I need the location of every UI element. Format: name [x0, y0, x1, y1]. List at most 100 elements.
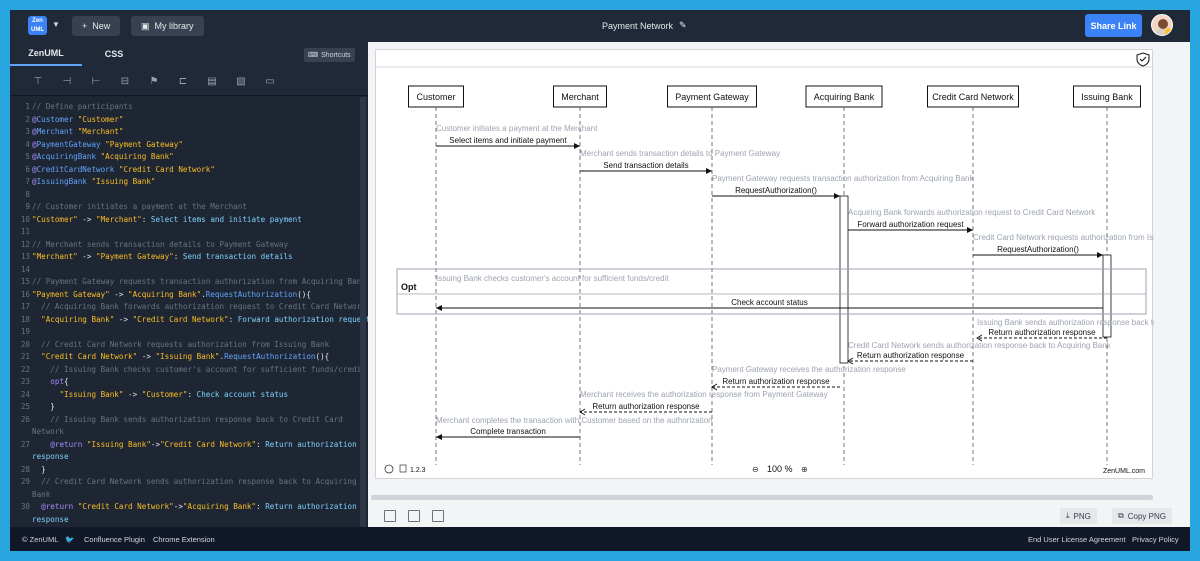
code-line[interactable]: @return "Credit Card Network"->"Acquirin… [32, 501, 357, 514]
line-number: 16 [20, 289, 30, 299]
opt-icon[interactable]: ⚑ [148, 76, 160, 88]
return-icon[interactable]: ⊢ [90, 76, 102, 88]
layout-grid-icon[interactable] [432, 510, 444, 522]
my-library-button[interactable]: ▣ My library [131, 16, 204, 36]
code-line[interactable]: @Merchant "Merchant" [32, 126, 123, 139]
message-label: Send transaction details [603, 161, 688, 170]
code-line[interactable]: } [32, 401, 55, 414]
code-line[interactable]: @PaymentGateway "Payment Gateway" [32, 139, 183, 152]
code-line[interactable]: @IssuingBank "Issuing Bank" [32, 176, 155, 189]
code-line[interactable]: @CreditCardNetwork "Credit Card Network" [32, 164, 215, 177]
preview-horizontal-scrollbar[interactable] [371, 495, 1153, 500]
code-line[interactable]: // Acquiring Bank forwards authorization… [32, 301, 366, 314]
code-line[interactable]: // Issuing Bank sends authorization resp… [32, 414, 343, 427]
line-number: 15 [20, 277, 30, 286]
new-button[interactable]: + New [72, 16, 121, 36]
opt-fragment-label: Opt [401, 282, 417, 292]
line-number: 1 [25, 102, 30, 111]
code-line[interactable]: response [32, 451, 69, 464]
code-token: : [256, 439, 266, 449]
top-bar: Zen UML ▼ + New ▣ My library Payment Net… [10, 10, 1190, 42]
code-line[interactable]: "Customer" -> "Merchant": Select items a… [32, 214, 302, 227]
layout-left-icon[interactable] [384, 510, 396, 522]
footer-link-eula[interactable]: End User License Agreement [1028, 535, 1126, 544]
code-token: : [228, 314, 238, 324]
message-comment: Payment Gateway receives the authorizati… [712, 365, 906, 374]
code-line[interactable]: @return "Issuing Bank"->"Credit Card Net… [32, 439, 356, 452]
code-line[interactable]: "Acquiring Bank" -> "Credit Card Network… [32, 314, 368, 327]
code-token: : [187, 389, 197, 399]
code-token: (){ [297, 289, 311, 299]
zenuml-logo[interactable]: Zen UML [28, 16, 47, 35]
code-line[interactable]: "Issuing Bank" -> "Customer": Check acco… [32, 389, 288, 402]
code-line[interactable]: // Credit Card Network requests authoriz… [32, 339, 329, 352]
footer-link-chrome[interactable]: Chrome Extension [153, 535, 215, 544]
alt-icon[interactable]: ⊟ [119, 76, 131, 88]
code-line[interactable]: "Credit Card Network" -> "Issuing Bank".… [32, 351, 329, 364]
user-avatar[interactable] [1151, 14, 1173, 36]
code-line[interactable]: @AcquiringBank "Acquiring Bank" [32, 151, 174, 164]
participant-label: Customer [416, 92, 455, 102]
note-icon[interactable]: ▭ [264, 76, 276, 88]
document-title-text: Payment Network [602, 20, 674, 31]
chevron-down-icon[interactable]: ▼ [52, 20, 60, 29]
shortcuts-button[interactable]: ⌨ Shortcuts [304, 48, 355, 62]
line-number: 22 [20, 364, 30, 374]
participant-icon[interactable]: ⊤ [32, 76, 44, 88]
fragment-icon[interactable]: ▤ [206, 76, 218, 88]
code-token: "Payment Gateway" [105, 139, 183, 149]
code-token: "Customer" [141, 389, 188, 399]
message-icon[interactable]: ⊣ [61, 76, 73, 88]
loop-icon[interactable]: ⊏ [177, 76, 189, 88]
code-token: // Define participants [32, 102, 133, 111]
code-line[interactable]: } [32, 464, 46, 477]
share-link-button[interactable]: Share Link [1085, 14, 1142, 37]
code-token: CreditCardNetwork [36, 164, 115, 174]
twitter-icon[interactable]: 🐦 [65, 535, 74, 544]
code-line[interactable]: // Define participants [32, 101, 133, 114]
footer-link-privacy[interactable]: Privacy Policy [1132, 535, 1179, 544]
plus-icon: + [82, 21, 88, 31]
code-token: AcquiringBank [36, 152, 97, 161]
status-dot [1165, 28, 1172, 35]
code-token: @return [41, 502, 74, 511]
document-title[interactable]: Payment Network ✎ [602, 20, 687, 31]
tab-zenuml[interactable]: ZenUML [10, 42, 82, 66]
code-token: "Credit Card Network" [160, 439, 257, 449]
code-token: "Merchant" [77, 127, 124, 136]
code-line[interactable]: "Merchant" -> "Payment Gateway": Send tr… [32, 251, 293, 264]
code-line[interactable]: response [32, 514, 69, 527]
code-line[interactable]: // Issuing Bank checks customer's accoun… [32, 364, 365, 377]
editor-scrollbar[interactable] [360, 97, 366, 527]
export-png-button[interactable]: ⤓ PNG [1060, 508, 1097, 524]
editor-tabs: ZenUML CSS ⌨ Shortcuts [10, 42, 368, 66]
image-icon[interactable]: ▧ [235, 76, 247, 88]
line-number: 11 [20, 227, 30, 236]
footer: © ZenUML 🐦 Confluence Plugin Chrome Exte… [10, 527, 1190, 551]
tab-css[interactable]: CSS [82, 42, 146, 66]
code-editor[interactable]: 1 2 3 4 5 6 7 8 9 10 11 12 13 14 15 16 17 18 19 20 21 22 23 24 2… [10, 97, 368, 527]
code-token: "Issuing Bank" [91, 177, 156, 186]
layout-split-icon[interactable] [408, 510, 420, 522]
code-token: "Issuing Bank" [155, 352, 220, 361]
copy-png-button[interactable]: ⧉ Copy PNG [1112, 508, 1172, 524]
code-line[interactable]: // Customer initiates a payment at the M… [32, 201, 247, 214]
code-line[interactable]: // Payment Gateway requests transaction … [32, 276, 366, 289]
footer-link-confluence[interactable]: Confluence Plugin [84, 535, 145, 544]
info-icon [384, 464, 394, 474]
code-token: "Acquiring Bank" [100, 152, 174, 161]
code-line[interactable]: opt{ [32, 376, 68, 389]
edit-pencil-icon[interactable]: ✎ [679, 20, 687, 31]
code-line[interactable]: // Merchant sends transaction details to… [32, 239, 288, 252]
code-line[interactable]: "Payment Gateway" -> "Acquiring Bank".Re… [32, 289, 311, 302]
code-line[interactable]: // Credit Card Network sends authorizati… [32, 476, 356, 489]
code-line[interactable]: Bank [32, 489, 50, 502]
code-token: // Issuing Bank sends authorization resp… [32, 414, 343, 424]
code-line[interactable]: @Customer "Customer" [32, 114, 123, 127]
code-token: -> [173, 502, 183, 511]
code-token: } [32, 402, 55, 411]
code-token: Select items and initiate payment [150, 214, 302, 224]
code-token: "Credit Card Network" [77, 502, 174, 511]
code-line[interactable]: Network [32, 426, 64, 439]
